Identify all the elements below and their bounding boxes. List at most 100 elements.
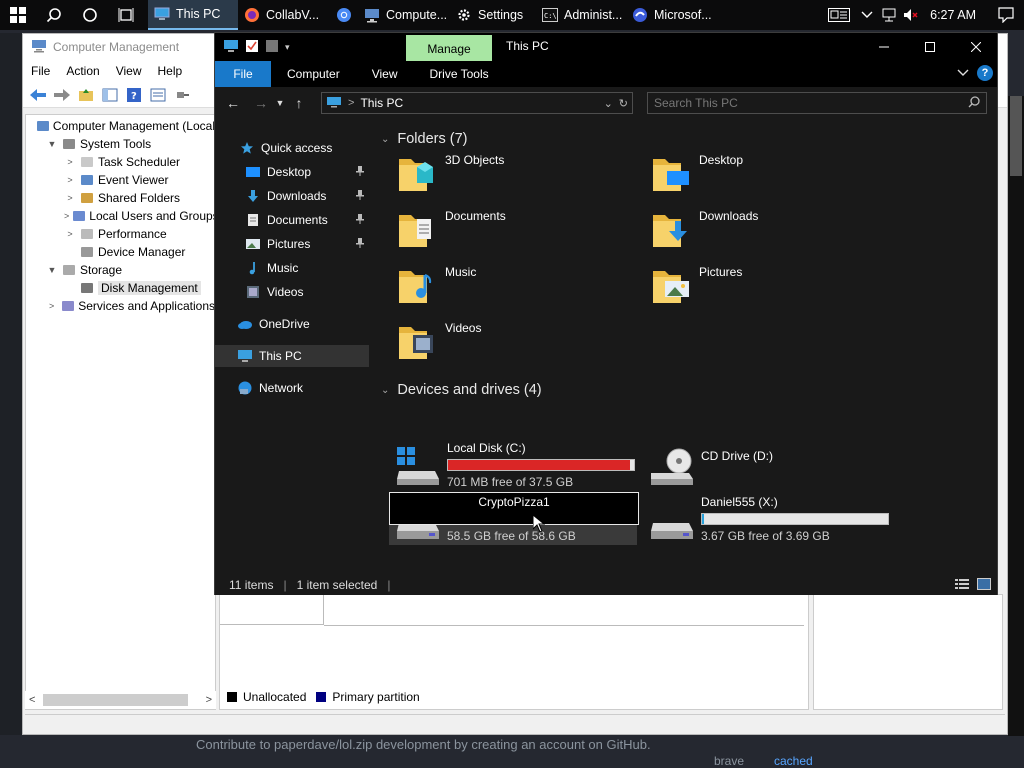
rename-textbox[interactable]: CryptoPizza1 <box>389 492 639 525</box>
expand-toggle-icon[interactable]: > <box>64 157 76 167</box>
nav-item[interactable]: Network <box>215 377 369 399</box>
tab-drive-tools[interactable]: Drive Tools <box>413 61 504 87</box>
nav-item[interactable]: Downloads <box>215 185 369 207</box>
start-button[interactable] <box>0 0 36 30</box>
expand-toggle-icon[interactable]: > <box>46 301 57 311</box>
breadcrumb-this-pc[interactable]: This PC <box>360 96 403 110</box>
nav-item[interactable]: Desktop <box>215 161 369 183</box>
pin-icon[interactable] <box>355 189 365 204</box>
tree-item[interactable]: Computer Management (Local <box>26 117 215 135</box>
scroll-right-icon[interactable]: > <box>206 694 212 706</box>
address-bar[interactable]: > This PC ⌄ ↻ <box>321 92 633 114</box>
taskbar-app-chrome[interactable] <box>330 0 358 30</box>
task-view-button[interactable] <box>108 0 144 30</box>
cm-menu-action[interactable]: Action <box>58 64 107 78</box>
nav-item[interactable]: Quick access <box>215 137 369 159</box>
tree-item[interactable]: > Services and Applications <box>26 297 215 315</box>
folders-group-header[interactable]: ⌄ Folders (7) <box>381 131 468 147</box>
up-button[interactable]: ↑ <box>287 91 311 115</box>
clock[interactable]: 6:27 AM <box>922 8 988 22</box>
tab-view[interactable]: View <box>356 61 414 87</box>
cm-menu-help[interactable]: Help <box>150 64 191 78</box>
folder-item[interactable]: Music <box>375 263 615 313</box>
content-scrollbar[interactable] <box>987 117 997 573</box>
customize-qat-icon[interactable]: ▾ <box>285 42 290 53</box>
tree-item[interactable]: Disk Management <box>26 279 215 297</box>
show-console-tree-button[interactable] <box>99 85 121 105</box>
nav-item[interactable]: Documents <box>215 209 369 231</box>
news-icon[interactable] <box>822 0 856 30</box>
tree-item[interactable]: > Local Users and Groups <box>26 207 215 225</box>
forward-button[interactable]: → <box>249 91 273 115</box>
drive-item[interactable]: Local Disk (C:) 701 MB free of 37.5 GB <box>389 439 639 491</box>
folder-item[interactable]: Documents <box>375 207 615 257</box>
tree-item[interactable]: ▼ Storage <box>26 261 215 279</box>
cm-menu-view[interactable]: View <box>108 64 150 78</box>
folder-item[interactable]: 3D Objects <box>375 151 615 201</box>
address-dropdown-icon[interactable]: ⌄ <box>604 97 613 110</box>
back-button[interactable]: ← <box>221 91 245 115</box>
notifications-icon[interactable] <box>988 0 1024 30</box>
nav-item[interactable]: Videos <box>215 281 369 303</box>
nav-item[interactable]: OneDrive <box>215 313 369 335</box>
forward-button[interactable] <box>51 85 73 105</box>
back-button[interactable] <box>27 85 49 105</box>
expand-toggle-icon[interactable]: > <box>64 229 76 239</box>
drive-item[interactable]: Daniel555 (X:) 3.67 GB free of 3.69 GB <box>643 493 893 545</box>
background-cached-link[interactable]: cached <box>774 754 813 768</box>
nav-item[interactable]: Music <box>215 257 369 279</box>
tab-file[interactable]: File <box>215 61 271 87</box>
background-scrollbar[interactable] <box>1008 96 1024 736</box>
expand-toggle-icon[interactable]: > <box>64 175 76 185</box>
search-button[interactable] <box>36 0 72 30</box>
breadcrumb-chevron-icon[interactable]: > <box>348 97 354 109</box>
cortana-button[interactable] <box>72 0 108 30</box>
folder-item[interactable]: Videos <box>375 319 615 369</box>
taskbar-app-settings[interactable]: Settings <box>450 0 536 30</box>
taskbar-app-cmd[interactable]: C:\ Administ... <box>536 0 626 30</box>
scrollbar-thumb[interactable] <box>43 694 188 706</box>
close-button[interactable] <box>953 33 999 61</box>
expand-toggle-icon[interactable]: > <box>64 193 76 203</box>
tree-item[interactable]: > Event Viewer <box>26 171 215 189</box>
scrollbar-thumb[interactable] <box>1010 96 1022 176</box>
connect-button[interactable] <box>171 85 193 105</box>
expand-toggle-icon[interactable]: ▼ <box>46 265 58 275</box>
minimize-button[interactable] <box>861 33 907 61</box>
network-tray-icon[interactable] <box>878 0 900 30</box>
properties-button[interactable] <box>147 85 169 105</box>
tree-item[interactable]: Device Manager <box>26 243 215 261</box>
tree-item[interactable]: ▼ System Tools <box>26 135 215 153</box>
cm-tree-hscrollbar[interactable]: < > <box>25 691 216 709</box>
properties-qat-icon[interactable] <box>245 39 259 56</box>
large-icons-view-icon[interactable] <box>977 577 991 593</box>
up-folder-button[interactable] <box>75 85 97 105</box>
details-view-icon[interactable] <box>955 578 969 593</box>
help-button[interactable]: ? <box>123 85 145 105</box>
drive-item[interactable]: CD Drive (D:) <box>643 439 893 491</box>
pin-icon[interactable] <box>355 237 365 252</box>
maximize-button[interactable] <box>907 33 953 61</box>
taskbar-app-this-pc[interactable]: This PC <box>148 0 238 30</box>
help-icon[interactable]: ? <box>977 65 993 81</box>
explorer-title-bar[interactable]: ▾ Manage This PC <box>215 33 999 62</box>
scroll-left-icon[interactable]: < <box>29 694 35 706</box>
chevron-up-icon[interactable] <box>856 0 878 30</box>
folder-item[interactable]: Downloads <box>629 207 869 257</box>
expand-toggle-icon[interactable]: > <box>64 211 69 221</box>
tree-item[interactable]: > Performance <box>26 225 215 243</box>
taskbar-app-edge[interactable]: Microsof... <box>626 0 716 30</box>
folder-item[interactable]: Desktop <box>629 151 869 201</box>
folder-item[interactable]: Pictures <box>629 263 869 313</box>
cm-menu-file[interactable]: File <box>23 64 58 78</box>
manage-contextual-tab[interactable]: Manage <box>406 35 492 62</box>
nav-item[interactable]: This PC <box>215 345 369 367</box>
nav-item[interactable]: Pictures <box>215 233 369 255</box>
expand-ribbon-icon[interactable] <box>957 66 969 80</box>
search-box[interactable]: Search This PC <box>647 92 987 114</box>
refresh-icon[interactable]: ↻ <box>619 97 628 110</box>
pin-icon[interactable] <box>355 213 365 228</box>
volume-muted-icon[interactable] <box>900 0 922 30</box>
expand-toggle-icon[interactable]: ▼ <box>46 139 58 149</box>
taskbar-app-computer-management[interactable]: Compute... <box>358 0 450 30</box>
